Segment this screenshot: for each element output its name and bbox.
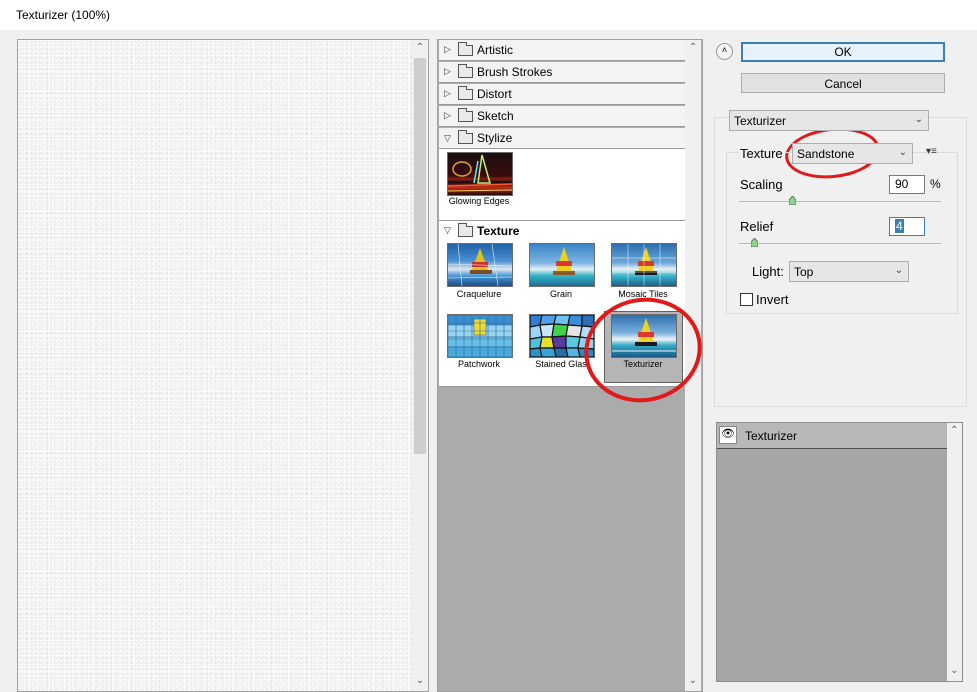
collapse-gallery-button[interactable]: ˄ bbox=[716, 43, 733, 60]
folder-icon bbox=[458, 86, 473, 100]
category-label: Artistic bbox=[477, 43, 513, 57]
scaling-unit: % bbox=[930, 177, 941, 191]
patchwork-thumbnail[interactable] bbox=[447, 314, 513, 358]
texture-preview-image[interactable] bbox=[18, 40, 412, 691]
filter-label: Craquelure bbox=[456, 289, 502, 299]
invert-label: Invert bbox=[756, 292, 789, 307]
layer-label: Texturizer bbox=[745, 429, 798, 443]
filter-label: Patchwork bbox=[457, 359, 501, 369]
chevron-down-icon: ⌄ bbox=[894, 265, 903, 276]
preview-scrollbar[interactable]: ⌃ ⌄ bbox=[412, 40, 428, 691]
scroll-up-arrow-icon[interactable]: ⌃ bbox=[685, 40, 701, 56]
category-label: Texture bbox=[477, 224, 520, 238]
scroll-up-arrow-icon[interactable]: ⌃ bbox=[412, 40, 428, 56]
preview-pane[interactable]: ⌃ ⌄ bbox=[17, 39, 429, 692]
effect-layers-panel[interactable]: 👁 Texturizer ⌃ ⌄ bbox=[716, 422, 963, 682]
collapse-triangle-icon[interactable]: ▽ bbox=[444, 133, 451, 144]
preview-scroll-thumb[interactable] bbox=[414, 58, 426, 454]
glowing-edges-art bbox=[448, 154, 512, 192]
layers-scrollbar[interactable]: ⌃ ⌄ bbox=[947, 423, 962, 681]
folder-icon bbox=[458, 108, 473, 122]
double-chevron-up-icon: ˄ bbox=[721, 45, 728, 55]
folder-icon bbox=[458, 64, 473, 78]
eye-visibility-icon[interactable]: 👁 bbox=[719, 426, 737, 444]
cancel-button[interactable]: Cancel bbox=[741, 73, 945, 93]
scroll-up-arrow-icon[interactable]: ⌃ bbox=[947, 423, 962, 439]
light-dropdown[interactable]: Top ⌄ bbox=[789, 261, 909, 282]
expand-triangle-icon[interactable]: ▷ bbox=[444, 44, 451, 55]
expand-triangle-icon[interactable]: ▷ bbox=[444, 66, 451, 77]
scroll-down-arrow-icon[interactable]: ⌄ bbox=[947, 663, 962, 679]
scaling-slider-knob[interactable] bbox=[789, 196, 796, 205]
category-artistic[interactable]: ▷ Artistic bbox=[439, 40, 685, 61]
texture-menu-icon[interactable]: ▾≡ bbox=[926, 146, 937, 157]
dialog-title: Texturizer (100%) bbox=[16, 8, 111, 22]
filter-label: Glowing Edges bbox=[448, 196, 510, 206]
category-label: Sketch bbox=[477, 109, 514, 123]
filter-select-value: Texturizer bbox=[734, 114, 787, 128]
craquelure-art bbox=[448, 244, 512, 286]
chevron-down-icon: ⌄ bbox=[914, 114, 923, 125]
category-label: Brush Strokes bbox=[477, 65, 553, 79]
mosaic-tiles-art bbox=[612, 244, 676, 286]
scroll-down-arrow-icon[interactable]: ⌄ bbox=[412, 673, 428, 689]
stylize-filter-panel: Glowing Edges bbox=[439, 149, 685, 221]
category-distort[interactable]: ▷ Distort bbox=[439, 84, 685, 105]
open-folder-icon bbox=[458, 130, 473, 144]
relief-input[interactable]: 4 bbox=[889, 217, 925, 236]
craquelure-thumbnail[interactable] bbox=[447, 243, 513, 287]
folder-icon bbox=[458, 42, 473, 56]
grain-thumbnail[interactable] bbox=[529, 243, 595, 287]
layer-row-texturizer[interactable]: 👁 Texturizer bbox=[717, 423, 947, 449]
glowing-edges-thumbnail[interactable] bbox=[447, 152, 513, 196]
relief-label: Relief bbox=[740, 219, 774, 234]
chevron-down-icon: ⌄ bbox=[898, 147, 907, 158]
dialog-title-bar: Texturizer (100%) bbox=[0, 0, 977, 30]
filter-label: Grain bbox=[549, 289, 572, 299]
ok-button[interactable]: OK bbox=[741, 42, 945, 62]
category-brush-strokes[interactable]: ▷ Brush Strokes bbox=[439, 62, 685, 83]
relief-slider-knob[interactable] bbox=[751, 238, 758, 247]
grain-art bbox=[553, 247, 575, 275]
category-sketch[interactable]: ▷ Sketch bbox=[439, 106, 685, 127]
scroll-down-arrow-icon[interactable]: ⌄ bbox=[685, 673, 701, 689]
category-stylize[interactable]: ▽ Stylize bbox=[439, 128, 685, 149]
filter-select-dropdown[interactable]: Texturizer ⌄ bbox=[729, 110, 929, 131]
light-value: Top bbox=[794, 265, 814, 279]
expand-triangle-icon[interactable]: ▷ bbox=[444, 88, 451, 99]
category-texture[interactable]: ▽ Texture bbox=[439, 221, 685, 241]
scaling-input[interactable]: 90 bbox=[889, 175, 925, 194]
relief-slider-track[interactable] bbox=[739, 243, 941, 244]
mosaic-tiles-thumbnail[interactable] bbox=[611, 243, 677, 287]
relief-value: 4 bbox=[895, 219, 904, 233]
patchwork-art bbox=[448, 315, 512, 357]
expand-triangle-icon[interactable]: ▷ bbox=[444, 110, 451, 121]
scaling-slider-track[interactable] bbox=[739, 201, 941, 202]
light-label: Light: bbox=[752, 264, 784, 279]
texture-dropdown[interactable]: Sandstone ⌄ bbox=[792, 143, 913, 164]
invert-checkbox[interactable] bbox=[740, 293, 753, 306]
texture-value: Sandstone bbox=[797, 147, 855, 161]
open-folder-icon bbox=[458, 223, 473, 237]
category-label: Stylize bbox=[477, 131, 513, 145]
collapse-triangle-icon[interactable]: ▽ bbox=[444, 225, 451, 236]
category-label: Distort bbox=[477, 87, 512, 101]
scaling-label: Scaling bbox=[740, 177, 783, 192]
texture-label: Texture bbox=[740, 146, 785, 161]
